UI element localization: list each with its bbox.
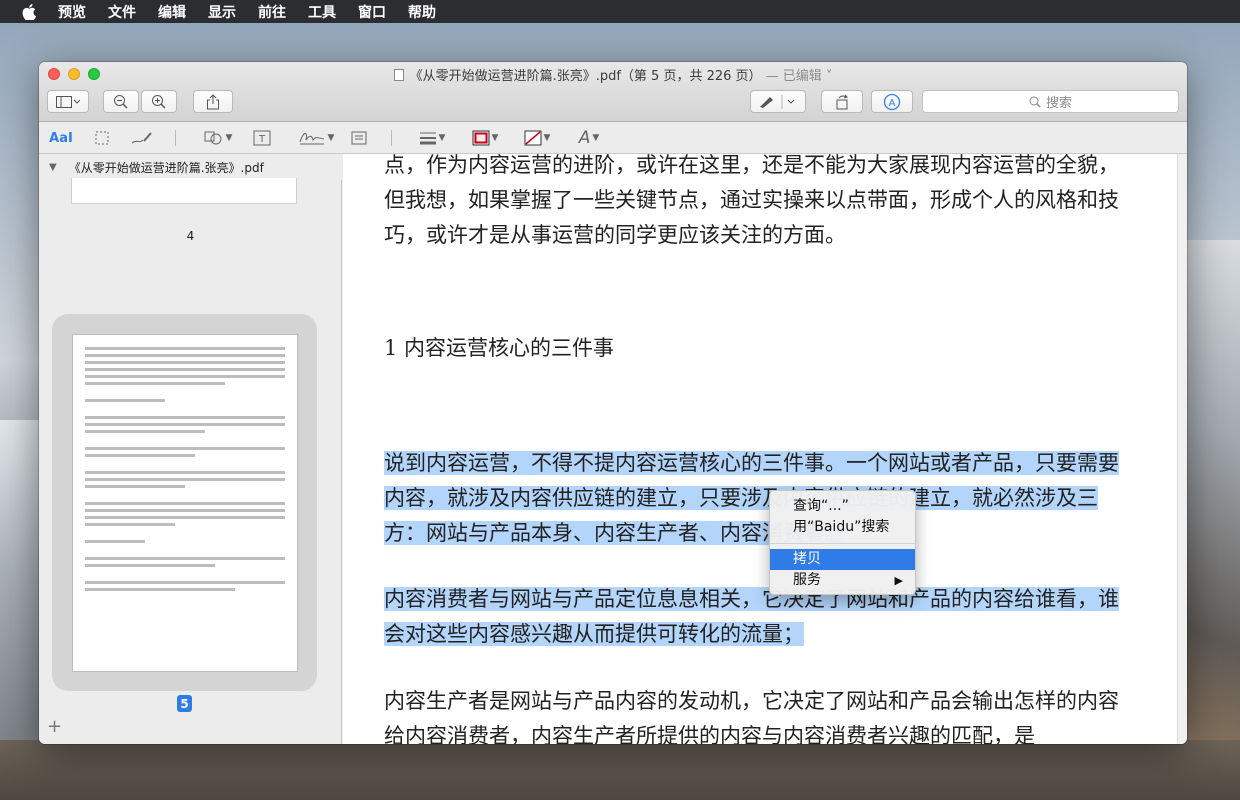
separator — [391, 130, 392, 146]
edited-status[interactable]: — 已编辑 ˅ — [766, 69, 833, 84]
menu-view[interactable]: 显示 — [208, 2, 236, 22]
context-menu: 查询“...” 用“Baidu”搜索 拷贝 服务 ▶ — [769, 490, 916, 595]
chevron-down-icon: ▼ — [491, 133, 499, 143]
share-button[interactable] — [193, 90, 233, 113]
sketch-icon — [131, 132, 152, 144]
markup-toolbar: AaI ▼ T ▼ ▼ ▼ ▼ A ▼ — [39, 122, 1187, 154]
paragraph-selected-1[interactable]: 说到内容运营，不得不提内容运营核心的三件事。一个网站或者产品，只要需要内容，就涉… — [384, 446, 1129, 551]
font-icon: A — [578, 128, 591, 148]
rotate-button[interactable] — [821, 90, 863, 113]
signature-tool[interactable]: ▼ — [294, 128, 338, 148]
thumbnail-sidebar: ▼ 《从零开始做运营进阶篇.张亮》.pdf 4 5 + — [39, 154, 342, 744]
text-selection-tool[interactable]: AaI — [47, 128, 75, 148]
shapes-tool[interactable]: ▼ — [199, 128, 237, 148]
menu-window[interactable]: 窗口 — [358, 2, 386, 22]
text-box-tool[interactable]: T — [251, 128, 273, 148]
markup-pen-circle-icon: A — [883, 93, 901, 110]
disclosure-triangle-icon[interactable]: ▼ — [49, 162, 57, 173]
zoom-in-icon — [152, 94, 166, 109]
sidebar-icon — [56, 95, 80, 108]
section-heading[interactable]: 1 内容运营核心的三件事 — [384, 332, 614, 362]
preview-window: 《从零开始做运营进阶篇.张亮》.pdf（第 5 页，共 226 页） — 已编辑… — [39, 62, 1187, 744]
menu-item-search-baidu[interactable]: 用“Baidu”搜索 — [770, 517, 915, 538]
shapes-icon — [204, 131, 222, 145]
page-thumbnail-5 — [72, 334, 298, 672]
menu-edit[interactable]: 编辑 — [158, 2, 186, 22]
border-color-icon — [472, 130, 490, 146]
chevron-down-icon: ▼ — [438, 133, 446, 143]
menu-preview[interactable]: 预览 — [58, 2, 86, 22]
separator — [175, 130, 176, 146]
chevron-down-icon: ▼ — [543, 133, 551, 143]
menu-go[interactable]: 前往 — [258, 2, 286, 22]
rect-selection-tool[interactable] — [93, 128, 111, 148]
fill-color-tool[interactable]: ▼ — [519, 128, 555, 148]
menu-tools[interactable]: 工具 — [308, 2, 336, 22]
menu-item-services-label: 服务 — [793, 572, 821, 588]
menu-item-lookup[interactable]: 查询“...” — [770, 496, 915, 517]
zoom-out-button[interactable] — [103, 90, 139, 113]
search-icon — [1029, 96, 1041, 107]
zoom-out-icon — [114, 94, 128, 109]
rect-selection-icon — [95, 131, 109, 145]
title-bar: 《从零开始做运营进阶篇.张亮》.pdf（第 5 页，共 226 页） — 已编辑… — [39, 62, 1187, 122]
menu-file[interactable]: 文件 — [108, 2, 136, 22]
markup-toolbar-button[interactable] — [750, 90, 806, 113]
window-title-text: 《从零开始做运营进阶篇.张亮》.pdf（第 5 页，共 226 页） — [409, 69, 762, 84]
desktop-wallpaper-right — [1180, 240, 1240, 800]
note-icon — [351, 131, 367, 145]
sidebar-file-header[interactable]: ▼ 《从零开始做运营进阶篇.张亮》.pdf — [39, 154, 342, 180]
chevron-down-icon: ▼ — [225, 133, 233, 143]
menu-item-services[interactable]: 服务 ▶ — [770, 570, 915, 591]
selected-text[interactable]: 说到内容运营，不得不提内容运营核心的三件事。一个网站或者产品，只要需要内容，就涉… — [384, 451, 1119, 545]
svg-text:A: A — [889, 98, 896, 109]
page-thumbnail-5-selected[interactable] — [52, 314, 317, 691]
document-view[interactable]: 点，作为内容运营的进阶，或许在这里，还是不能为大家展现内容运营的全貌，但我想，如… — [343, 154, 1187, 744]
chevron-down-icon: ▼ — [592, 133, 600, 143]
window-title: 《从零开始做运营进阶篇.张亮》.pdf（第 5 页，共 226 页） — 已编辑… — [39, 65, 1187, 84]
notes-tool[interactable] — [348, 128, 370, 148]
pdf-document-icon — [393, 69, 404, 81]
rotate-icon — [836, 94, 848, 109]
text-style-tool[interactable]: A ▼ — [572, 128, 606, 148]
menu-bar: 预览 文件 编辑 显示 前往 工具 窗口 帮助 — [0, 0, 1240, 23]
line-style-tool[interactable]: ▼ — [414, 128, 450, 148]
fill-color-icon — [524, 130, 542, 146]
border-color-tool[interactable]: ▼ — [467, 128, 503, 148]
page-number-4: 4 — [186, 229, 195, 243]
signature-icon — [299, 133, 324, 145]
paragraph-producers[interactable]: 内容生产者是网站与产品内容的发动机，它决定了网站和产品会输出怎样的内容给内容消费… — [384, 684, 1129, 744]
markup-mode-button[interactable]: A — [871, 90, 913, 113]
sidebar-view-button[interactable] — [47, 90, 89, 113]
line-style-icon — [419, 132, 436, 145]
text-box-icon: T — [253, 130, 271, 146]
vertical-scrollbar[interactable] — [1177, 154, 1187, 744]
search-placeholder: 搜索 — [1045, 96, 1072, 111]
submenu-arrow-icon: ▶ — [894, 574, 903, 587]
menu-help[interactable]: 帮助 — [408, 2, 436, 22]
desktop-wallpaper-ground — [0, 740, 1240, 800]
sketch-tool[interactable] — [130, 128, 154, 148]
svg-text:T: T — [258, 134, 266, 145]
menu-item-copy[interactable]: 拷贝 — [770, 549, 915, 570]
apple-menu-icon[interactable] — [22, 3, 42, 20]
pen-icon — [760, 94, 795, 109]
chevron-down-icon: ▼ — [327, 133, 335, 143]
menu-separator — [770, 543, 915, 544]
pdf-page[interactable]: 点，作为内容运营的进阶，或许在这里，还是不能为大家展现内容运营的全貌，但我想，如… — [343, 154, 1177, 744]
paragraph-intro[interactable]: 点，作为内容运营的进阶，或许在这里，还是不能为大家展现内容运营的全貌，但我想，如… — [384, 154, 1129, 253]
paragraph-selected-2[interactable]: 内容消费者与网站与产品定位息息相关，它决定了网站和产品的内容给谁看，谁会对这些内… — [384, 582, 1129, 652]
selected-text[interactable]: 内容消费者与网站与产品定位息息相关，它决定了网站和产品的内容给谁看，谁会对这些内… — [384, 587, 1119, 646]
page-thumbnail-4[interactable] — [71, 178, 297, 204]
zoom-in-button[interactable] — [141, 90, 177, 113]
sidebar-file-name: 《从零开始做运营进阶篇.张亮》.pdf — [68, 160, 264, 175]
add-page-button[interactable]: + — [47, 716, 62, 737]
search-field[interactable]: 搜索 — [922, 90, 1179, 113]
share-icon — [207, 93, 219, 109]
page-number-5-badge: 5 — [177, 695, 192, 712]
